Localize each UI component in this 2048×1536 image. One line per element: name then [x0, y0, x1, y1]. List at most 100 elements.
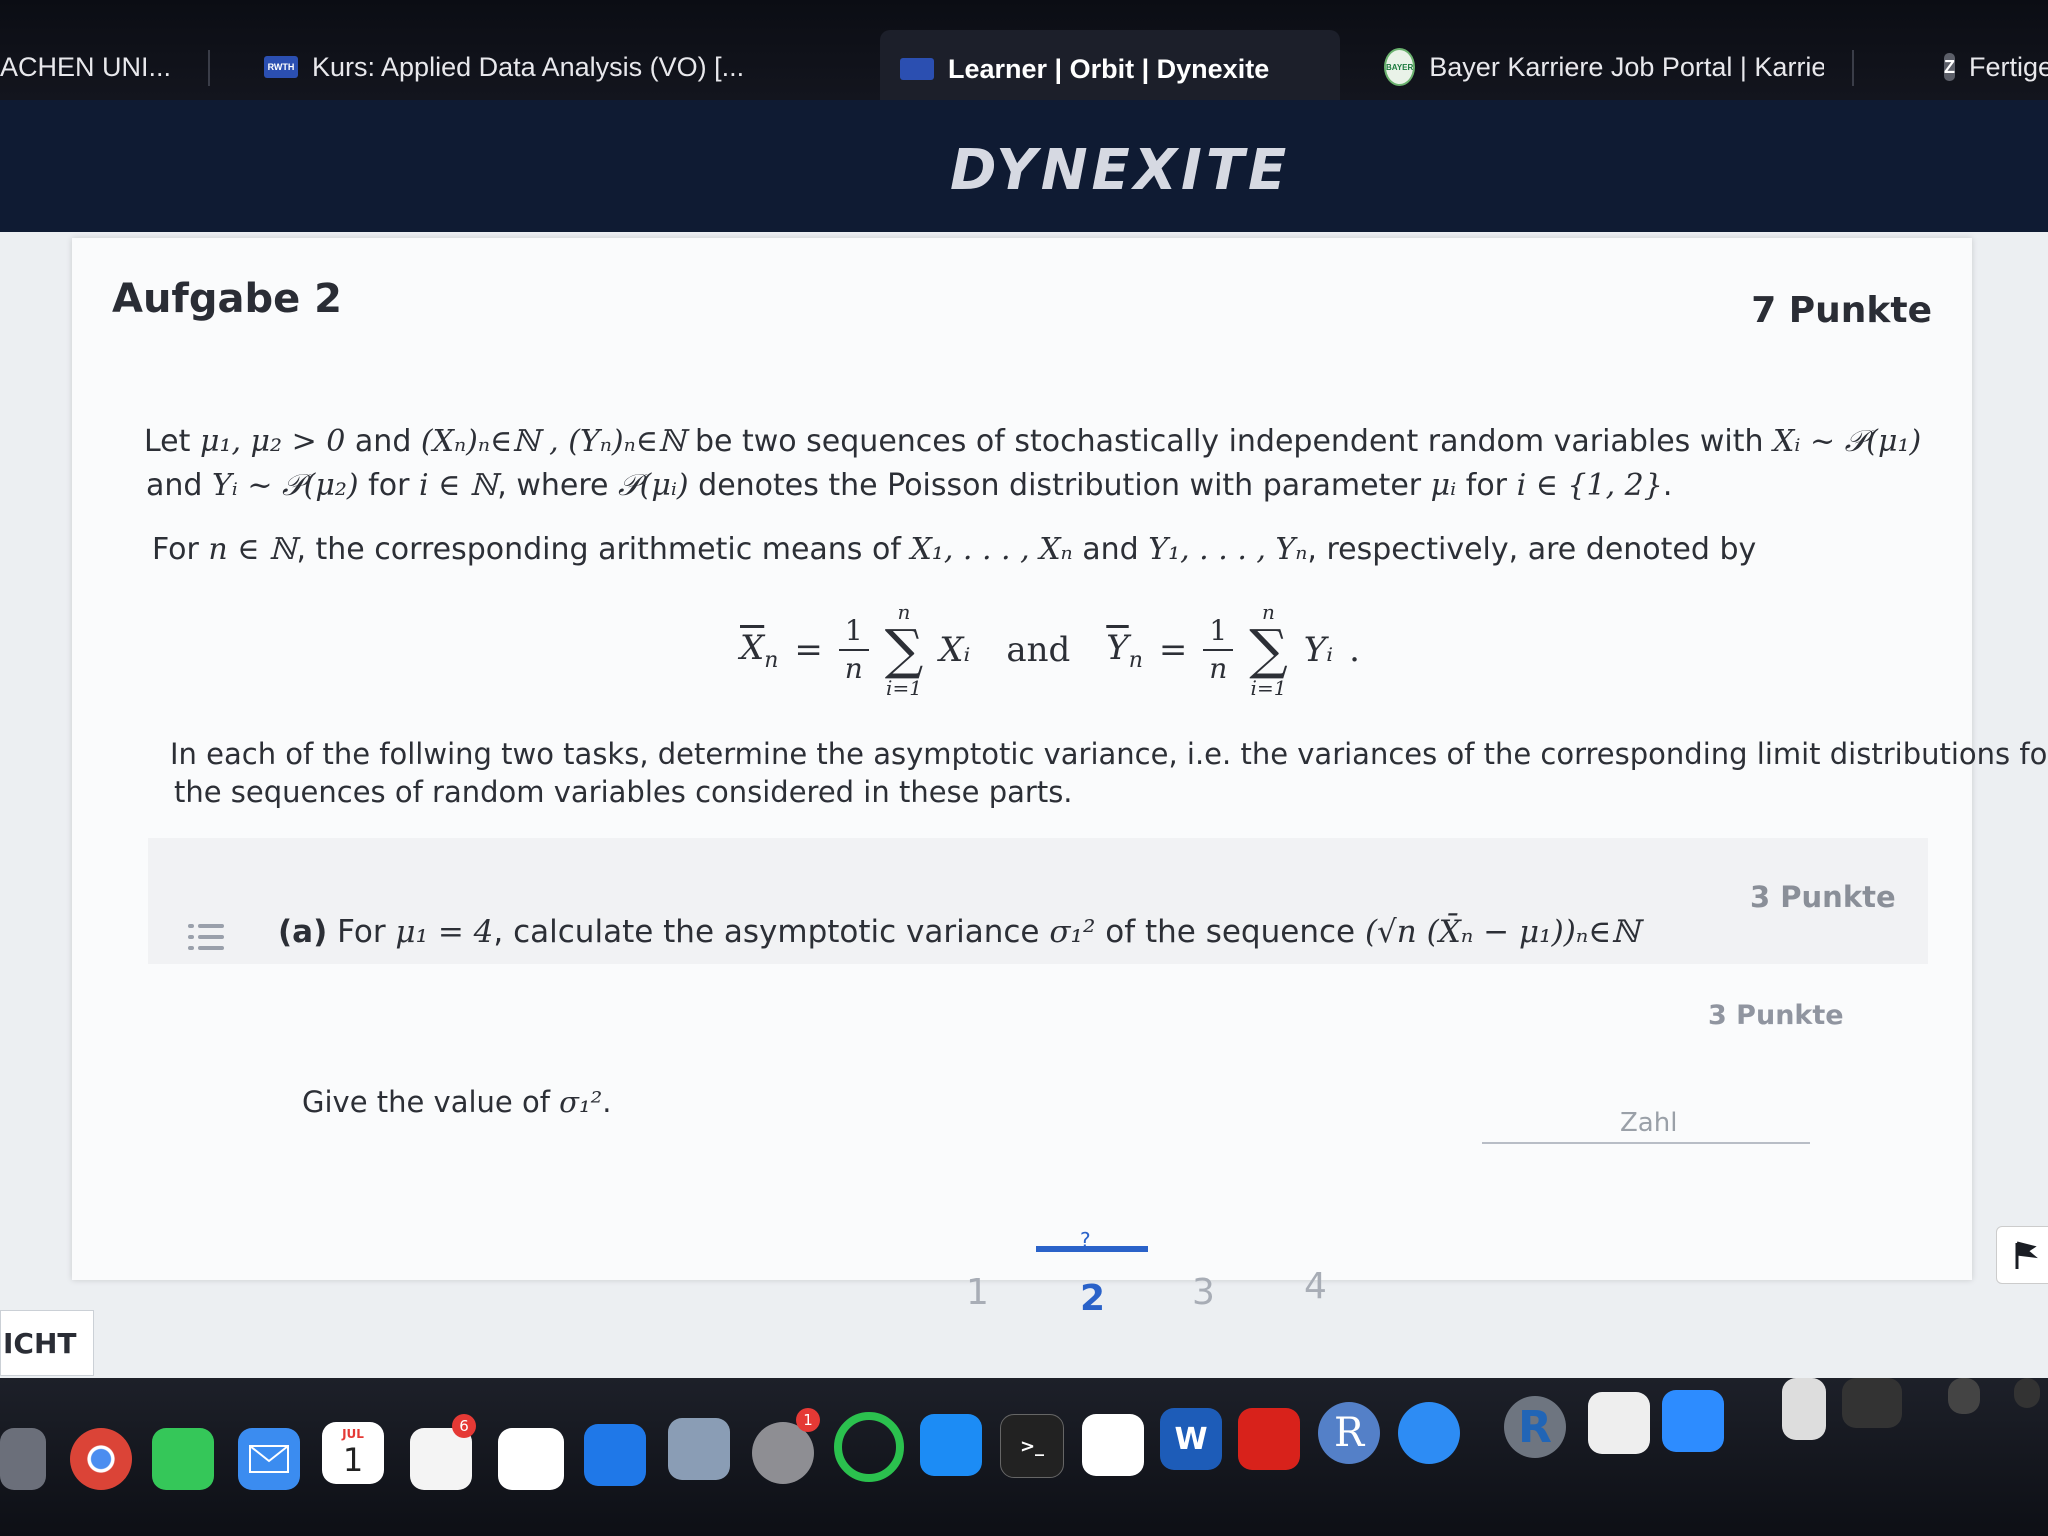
- sum-x: n ∑ i=1: [885, 600, 924, 700]
- flag-button[interactable]: [1996, 1226, 2048, 1284]
- screenshot-folder-icon[interactable]: [1842, 1378, 1902, 1428]
- intro-text: Let: [144, 424, 191, 459]
- math-mu1-equals-4: μ₁ = 4: [395, 914, 494, 950]
- y-bar-symbol: Y: [1106, 627, 1129, 668]
- tab-separator: [208, 50, 210, 86]
- denominator: n: [844, 652, 863, 685]
- intro-line-2: and Yᵢ ~ 𝒫(μ₂) for i ∈ ℕ, where 𝒫(μᵢ) de…: [146, 464, 1672, 508]
- misc-icon[interactable]: [2014, 1378, 2040, 1408]
- rwth-icon: RWTH: [264, 56, 298, 78]
- list-icon[interactable]: [188, 922, 224, 952]
- intro-text: for: [1465, 468, 1508, 503]
- tab-separator: [1852, 50, 1854, 86]
- bayer-icon: BAYER: [1384, 48, 1416, 86]
- page-indicator-bar: [1036, 1246, 1148, 1252]
- mail-icon[interactable]: [238, 1428, 300, 1490]
- math-x-list: X₁, . . . , Xₙ: [910, 532, 1073, 567]
- calendar-mini-icon[interactable]: [1948, 1378, 1980, 1414]
- reminders-badge: 6: [452, 1414, 476, 1438]
- equals-sign: =: [1158, 630, 1188, 670]
- messages-icon[interactable]: [152, 1428, 214, 1490]
- preview-icon[interactable]: [668, 1418, 730, 1480]
- safari-icon[interactable]: [1398, 1402, 1460, 1464]
- means-text: For: [152, 532, 199, 567]
- mean-formula: Xn = 1n n ∑ i=1 Xᵢ and Yn = 1n n ∑ i=1 Yᵢ .: [740, 600, 1360, 700]
- tab-label: Kurs: Applied Data Analysis (VO) [...: [312, 51, 745, 82]
- instruction-line-2: the sequences of random variables consid…: [174, 775, 1073, 809]
- y-bar: Yn: [1106, 628, 1143, 673]
- tab-dynexite-active[interactable]: Learner | Orbit | Dynexite: [880, 30, 1340, 108]
- sigma-symbol: ∑: [1249, 618, 1288, 681]
- page-link-4[interactable]: 4: [1304, 1266, 1327, 1307]
- calendar-month: JUL: [342, 1427, 364, 1441]
- acrobat-icon[interactable]: [1238, 1408, 1300, 1470]
- formula-and: and: [1006, 630, 1071, 670]
- task-title: Aufgabe 2: [112, 276, 342, 322]
- document-icon[interactable]: [1782, 1378, 1826, 1440]
- launchpad-icon[interactable]: [0, 1428, 46, 1490]
- word-icon[interactable]: W: [1160, 1408, 1222, 1470]
- chrome-icon[interactable]: [70, 1428, 132, 1490]
- r-app-icon[interactable]: R: [1318, 1402, 1380, 1464]
- vscode-icon[interactable]: [1082, 1414, 1144, 1476]
- question-line: Give the value of σ₁².: [302, 1080, 611, 1124]
- answer-points: 3 Punkte: [1708, 1000, 1844, 1031]
- rstudio-icon[interactable]: R: [1504, 1396, 1566, 1458]
- subtask-a-points: 3 Punkte: [1750, 880, 1896, 914]
- intro-text: and: [146, 468, 203, 503]
- macos-dock: JUL 1 6 1 >_ W R R: [0, 1378, 2048, 1536]
- intro-text: .: [1662, 468, 1673, 503]
- math-i-in-n: i ∈ ℕ: [418, 468, 498, 503]
- calendar-icon[interactable]: JUL 1: [322, 1422, 384, 1484]
- tab-aachen-uni[interactable]: ACHEN UNI...: [0, 36, 180, 98]
- calendar-day: 1: [342, 1441, 364, 1479]
- fraction-1-over-n: 1n: [1203, 613, 1234, 687]
- intro-text: and: [354, 424, 412, 459]
- page-link-3[interactable]: 3: [1192, 1272, 1215, 1313]
- app-store-icon[interactable]: [920, 1414, 982, 1476]
- means-text: , respectively, are denoted by: [1307, 532, 1757, 567]
- equals-sign: =: [794, 630, 823, 670]
- notes-icon[interactable]: [498, 1428, 564, 1490]
- question-text: .: [602, 1085, 612, 1119]
- tab-applied-data-analysis[interactable]: RWTH Kurs: Applied Data Analysis (VO) [.…: [264, 36, 784, 98]
- tab-label: Fertige: [1969, 51, 2048, 82]
- page-link-2[interactable]: 2: [1080, 1278, 1105, 1319]
- tab-bayer-karriere[interactable]: BAYER Bayer Karriere Job Portal | Karrie…: [1384, 36, 1824, 98]
- task-points: 7 Punkte: [1751, 290, 1932, 331]
- math-sequence: (√n (X̄ₙ − μ₁))ₙ∈ℕ: [1364, 914, 1640, 950]
- freeform-icon[interactable]: [1588, 1392, 1650, 1454]
- z-icon: Z: [1944, 53, 1955, 81]
- intro-text: , where: [497, 468, 609, 503]
- subtask-a-text: (a) For μ₁ = 4, calculate the asymptotic…: [278, 910, 1640, 954]
- means-text: , the corresponding arithmetic means of: [296, 532, 901, 567]
- dynexite-icon: [900, 58, 934, 80]
- means-line: For n ∈ ℕ, the corresponding arithmetic …: [152, 528, 1756, 572]
- zoom-icon[interactable]: [1662, 1390, 1724, 1452]
- math-n-in-n: n ∈ ℕ: [208, 532, 297, 567]
- page-link-1[interactable]: 1: [966, 1272, 989, 1313]
- math-poisson: 𝒫(μᵢ): [618, 468, 689, 503]
- flag-icon: [2015, 1241, 2038, 1269]
- math-index-set: i ∈ {1, 2}: [1516, 468, 1663, 503]
- fraction-1-over-n: 1n: [838, 613, 869, 687]
- x-i-term: Xᵢ: [939, 630, 971, 670]
- intro-line-1: Let μ₁, μ₂ > 0 and (Xₙ)ₙ∈ℕ , (Yₙ)ₙ∈ℕ be …: [144, 420, 1921, 464]
- left-nav-button[interactable]: ICHT: [0, 1310, 94, 1376]
- y-bar-sub: n: [1128, 647, 1143, 673]
- answer-input-placeholder: Zahl: [1620, 1108, 1678, 1138]
- x-bar-symbol: X: [740, 627, 765, 668]
- subtask-a-label: (a): [278, 914, 328, 950]
- intro-text: for: [368, 468, 410, 503]
- xcode-icon[interactable]: [584, 1424, 646, 1486]
- terminal-icon[interactable]: >_: [1000, 1414, 1064, 1478]
- intro-text: denotes the Poisson distribution with pa…: [698, 468, 1422, 503]
- tab-fertige[interactable]: Z Fertige: [1944, 36, 2048, 98]
- numerator: 1: [1203, 613, 1234, 651]
- numerator: 1: [838, 613, 869, 651]
- sum-lower: i=1: [886, 676, 922, 700]
- x-bar-sub: n: [764, 647, 779, 673]
- subtask-text: of the sequence: [1105, 914, 1356, 950]
- activity-monitor-icon[interactable]: [834, 1412, 904, 1482]
- y-i-term: Yᵢ: [1303, 630, 1334, 670]
